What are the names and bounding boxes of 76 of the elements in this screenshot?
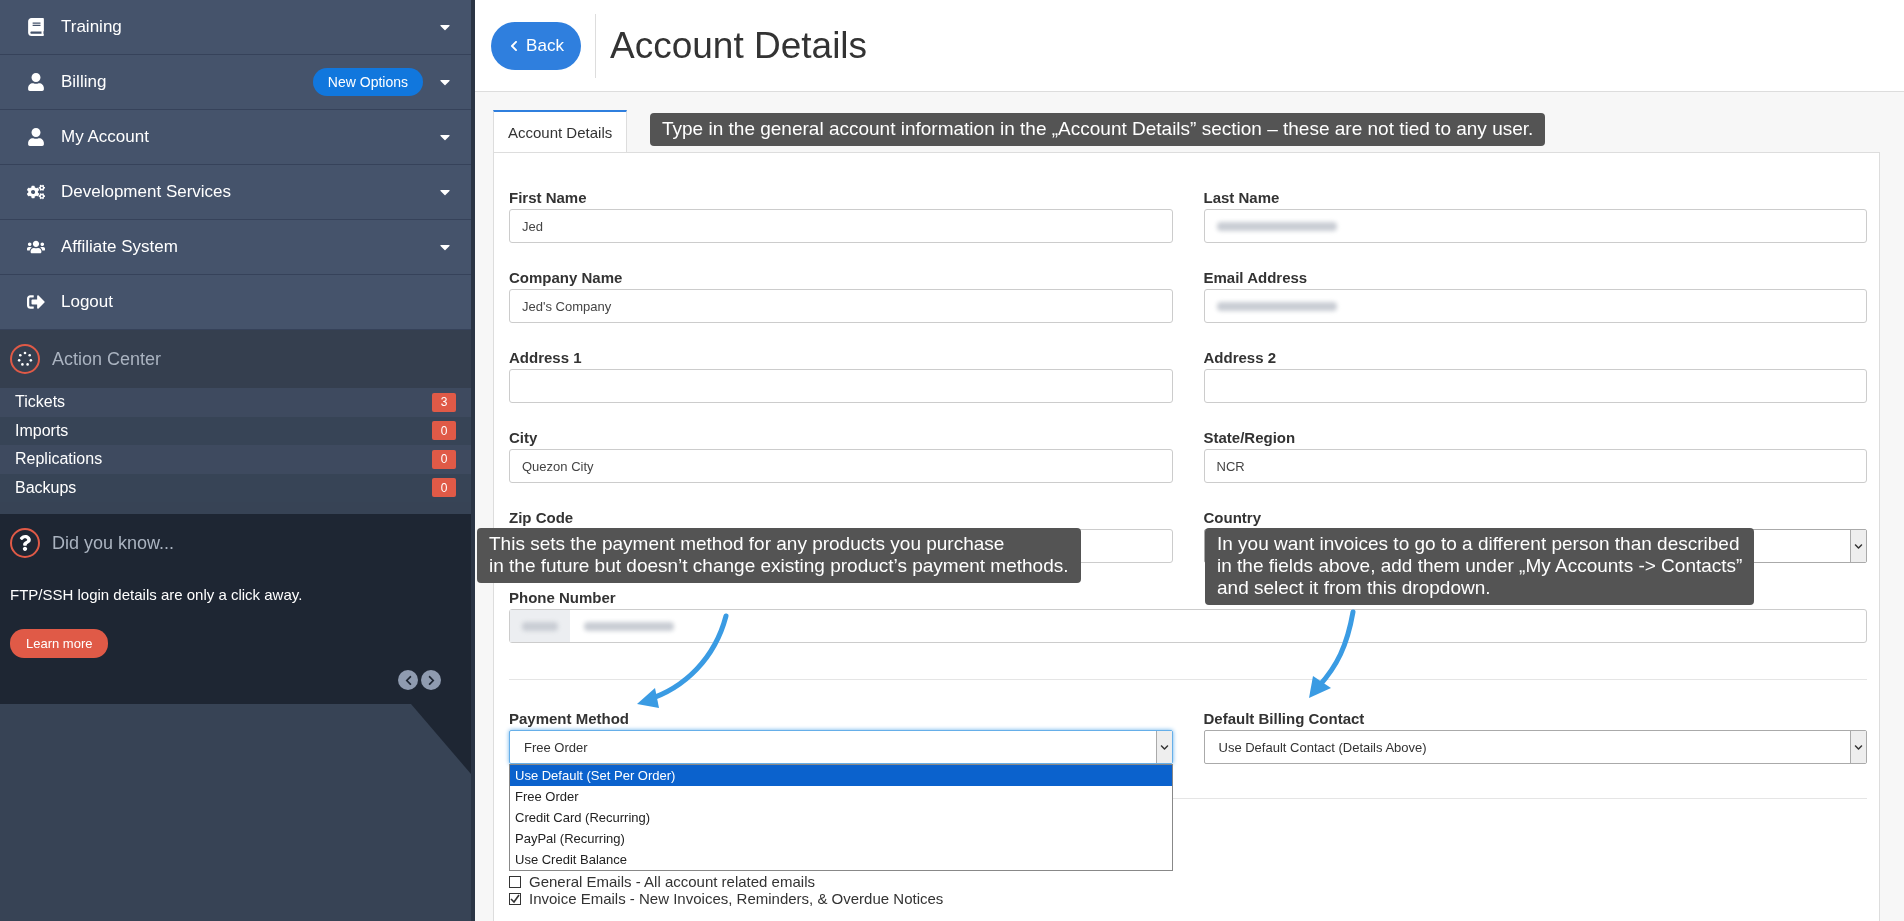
input-field[interactable] <box>1203 369 1867 403</box>
billing-contact-select[interactable]: Use Default Contact (Details Above) <box>1203 730 1867 764</box>
sidebar-menu-item[interactable]: My Account <box>0 110 471 165</box>
sidebar-menu-item[interactable]: Billing New Options <box>0 55 471 110</box>
field-label: Payment Method <box>509 710 629 728</box>
phone-field[interactable] <box>509 609 1867 643</box>
page-title: Account Details <box>610 24 868 67</box>
item-label: Backups <box>15 478 78 497</box>
field-label: Country <box>1203 509 1261 527</box>
sidebar-menu-item[interactable]: Development Services <box>0 165 471 220</box>
payment-method-select[interactable]: Free Order <box>509 730 1173 764</box>
user-icon <box>25 73 47 91</box>
count-badge: 0 <box>432 421 456 441</box>
action-center-item[interactable]: Replications 0 <box>0 445 471 474</box>
book-icon <box>25 18 47 36</box>
previous-button[interactable] <box>398 670 418 690</box>
action-center-item[interactable]: Tickets 3 <box>0 388 471 417</box>
section-title: Did you know... <box>52 532 175 554</box>
user-icon <box>25 128 47 146</box>
count-badge: 0 <box>432 478 456 498</box>
section-title: Action Center <box>52 348 162 370</box>
field-label: Email Address <box>1203 269 1308 287</box>
input-field[interactable]: Jed's Company <box>509 289 1173 323</box>
item-label: Imports <box>15 421 70 440</box>
input-field[interactable]: Quezon City <box>509 449 1173 483</box>
field-label: Last Name <box>1203 189 1280 207</box>
question-icon <box>10 528 40 558</box>
tip-text: FTP/SSH login details are only a click away. <box>10 586 304 603</box>
check-icon <box>510 893 520 904</box>
sidebar-menu-item[interactable]: Affiliate System <box>0 220 471 275</box>
field-label: Zip Code <box>509 509 574 527</box>
next-button[interactable] <box>421 670 441 690</box>
input-field[interactable] <box>509 369 1173 403</box>
field-label: First Name <box>509 189 587 207</box>
field-label: Company Name <box>509 269 623 287</box>
checkbox-label: General Emails - All account related emails <box>529 873 815 890</box>
menu-label: Training <box>61 17 123 37</box>
tab[interactable]: Account Details <box>493 110 628 153</box>
sign-out-icon <box>25 293 47 311</box>
field-label: Phone Number <box>509 589 616 607</box>
menu-label: Development Services <box>61 182 233 202</box>
field-label: Default Billing Contact <box>1203 710 1365 728</box>
chevron-down-icon <box>1850 731 1866 763</box>
input-field[interactable] <box>1203 209 1867 243</box>
checkbox-label: Invoice Emails - New Invoices, Reminders, & Overdue Notices <box>529 890 944 907</box>
field-label: Address 1 <box>509 349 582 367</box>
gears-icon <box>25 183 47 201</box>
menu-label: Logout <box>61 292 114 312</box>
new-options-badge[interactable]: New Options <box>312 68 423 96</box>
blurred-flag <box>510 610 570 642</box>
checkbox[interactable] <box>509 892 521 905</box>
field-label: State/Region <box>1203 429 1296 447</box>
back-button[interactable]: Back <box>491 21 581 70</box>
sidebar-menu-item[interactable]: Training <box>0 0 471 55</box>
count-badge: 0 <box>432 449 456 469</box>
input-field[interactable]: NCR <box>1203 449 1867 483</box>
field-label: City <box>509 429 538 447</box>
menu-label: Billing <box>61 72 108 92</box>
learn-more-button[interactable]: Learn more <box>10 629 109 658</box>
sidebar-menu-item[interactable]: Logout <box>0 275 471 330</box>
dropdown-option[interactable]: Use Default (Set Per Order) <box>510 765 1172 786</box>
callout-tooltip: In you want invoices to go to a different person than described in the fields above, add them under „My Accounts -> Contacts” and select it from this dropdown. <box>1205 528 1755 605</box>
item-label: Tickets <box>15 393 67 412</box>
chevron-down-icon <box>1155 731 1172 763</box>
users-icon <box>25 238 47 256</box>
dotted-ring-icon <box>10 344 40 374</box>
checkbox[interactable] <box>509 875 521 888</box>
item-label: Replications <box>15 450 104 469</box>
callout-tooltip: This sets the payment method for any products you purchase in the future but doesn’t change existing product’s payment methods. <box>477 528 1081 583</box>
menu-label: Affiliate System <box>61 237 179 257</box>
input-field[interactable] <box>1203 289 1867 323</box>
menu-label: My Account <box>61 127 150 147</box>
input-field[interactable]: Jed <box>509 209 1173 243</box>
callout-tooltip: Type in the general account information in the „Account Details” section – these are not tied to any user. <box>650 113 1546 146</box>
field-label: Address 2 <box>1203 349 1277 367</box>
count-badge: 3 <box>432 392 456 412</box>
